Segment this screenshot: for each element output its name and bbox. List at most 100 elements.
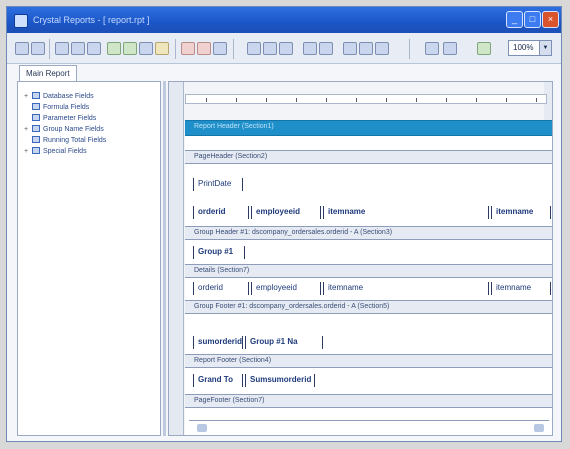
report-design-canvas: Report Header (Section1) PageHeader (Sec… bbox=[168, 81, 553, 436]
ruler-tick bbox=[206, 98, 207, 102]
maximize-icon[interactable]: □ bbox=[524, 11, 541, 28]
section-report-header[interactable]: Report Header (Section1) bbox=[185, 120, 552, 136]
zoom-value: 100% bbox=[513, 43, 534, 52]
tree-item-special-fields[interactable]: + Special Fields bbox=[24, 147, 87, 157]
sum-orderid-field[interactable]: sumorderid bbox=[193, 336, 243, 349]
group-name-footer-field[interactable]: Group #1 Na bbox=[245, 336, 323, 349]
parameter-icon bbox=[32, 114, 40, 121]
format-icon[interactable] bbox=[139, 42, 153, 55]
insert-group-icon[interactable] bbox=[71, 42, 85, 55]
ruler-tick bbox=[296, 98, 297, 102]
itemname-header-field[interactable]: itemname bbox=[323, 206, 489, 219]
tree-item-label: Database Fields bbox=[43, 93, 94, 100]
ruler-tick bbox=[356, 98, 357, 102]
align-right-icon[interactable] bbox=[279, 42, 293, 55]
tree-item-label: Running Total Fields bbox=[43, 137, 107, 144]
section-divider bbox=[189, 420, 549, 421]
sum-sumorderid-field[interactable]: Sumsumorderid bbox=[245, 374, 315, 387]
zoom-select[interactable]: 100% ▼ bbox=[508, 40, 552, 56]
ruler-tick bbox=[506, 98, 507, 102]
report-footer-area: Grand To Sumsumorderid bbox=[185, 368, 552, 394]
horizontal-ruler bbox=[185, 94, 547, 104]
size-width-icon[interactable] bbox=[343, 42, 357, 55]
group-footer-area: sumorderid Group #1 Na bbox=[185, 314, 552, 354]
line-icon[interactable] bbox=[181, 42, 195, 55]
orderid-detail-field[interactable]: orderid bbox=[193, 282, 249, 295]
orderid-header-field[interactable]: orderid bbox=[193, 206, 249, 219]
section-gutter bbox=[169, 82, 184, 435]
select-expert-icon[interactable] bbox=[123, 42, 137, 55]
section-details[interactable]: Details (Section7) bbox=[185, 264, 552, 278]
tree-item-label: Parameter Fields bbox=[43, 115, 97, 122]
toolbar-divider bbox=[409, 39, 410, 59]
designer-toolbar: 100% ▼ bbox=[7, 33, 561, 64]
insert-text-icon[interactable] bbox=[31, 42, 45, 55]
field-explorer-tree: + Database Fields Formula Fields Paramete… bbox=[17, 81, 161, 436]
insert-field-icon[interactable] bbox=[55, 42, 69, 55]
page-footer-area bbox=[185, 408, 552, 435]
expand-icon[interactable]: + bbox=[24, 92, 32, 102]
panel-splitter[interactable] bbox=[163, 81, 166, 436]
toolbar-divider bbox=[175, 39, 176, 59]
ruler-tick bbox=[236, 98, 237, 102]
tab-main-report[interactable]: Main Report bbox=[19, 65, 77, 81]
section-group-footer[interactable]: Group Footer #1: dscompany_ordersales.or… bbox=[185, 300, 552, 314]
select-icon[interactable] bbox=[15, 42, 29, 55]
itemname-header-right-field[interactable]: itemname bbox=[491, 206, 551, 219]
section-group-header[interactable]: Group Header #1: dscompany_ordersales.or… bbox=[185, 226, 552, 240]
scroll-right-icon[interactable] bbox=[534, 424, 544, 432]
itemname-detail-right-field[interactable]: itemname bbox=[491, 282, 551, 295]
group-header-area: Group #1 bbox=[185, 240, 552, 264]
tree-item-parameter-fields[interactable]: Parameter Fields bbox=[24, 114, 96, 124]
grand-total-label[interactable]: Grand To bbox=[193, 374, 243, 387]
page-setup-icon[interactable] bbox=[425, 42, 439, 55]
report-header-area bbox=[185, 136, 552, 150]
section-page-footer[interactable]: PageFooter (Section7) bbox=[185, 394, 552, 408]
size-both-icon[interactable] bbox=[375, 42, 389, 55]
tree-item-running-total-fields[interactable]: Running Total Fields bbox=[24, 136, 106, 146]
minimize-icon[interactable]: _ bbox=[506, 11, 523, 28]
align-left-icon[interactable] bbox=[247, 42, 261, 55]
chevron-down-icon[interactable]: ▼ bbox=[539, 41, 551, 55]
ruler-tick bbox=[476, 98, 477, 102]
itemname-detail-field[interactable]: itemname bbox=[323, 282, 489, 295]
section-page-header[interactable]: PageHeader (Section2) bbox=[185, 150, 552, 164]
scroll-left-icon[interactable] bbox=[197, 424, 207, 432]
align-center-icon[interactable] bbox=[263, 42, 277, 55]
employeeid-header-field[interactable]: employeeid bbox=[251, 206, 321, 219]
ruler-tick bbox=[446, 98, 447, 102]
move-down-icon[interactable] bbox=[319, 42, 333, 55]
page-header-area: PrintDate orderid employeeid itemname it… bbox=[185, 164, 552, 226]
chart-icon[interactable] bbox=[155, 42, 169, 55]
formula-icon bbox=[32, 103, 40, 110]
print-date-field[interactable]: PrintDate bbox=[193, 178, 243, 191]
tree-item-label: Group Name Fields bbox=[43, 126, 104, 133]
expand-icon[interactable]: + bbox=[24, 147, 32, 157]
insert-subreport-icon[interactable] bbox=[87, 42, 101, 55]
box-icon[interactable] bbox=[197, 42, 211, 55]
tree-item-formula-fields[interactable]: Formula Fields bbox=[24, 103, 89, 113]
ruler-tick bbox=[386, 98, 387, 102]
expand-icon[interactable]: + bbox=[24, 125, 32, 135]
tree-item-group-name-fields[interactable]: + Group Name Fields bbox=[24, 125, 104, 135]
export-icon[interactable] bbox=[477, 42, 491, 55]
move-up-icon[interactable] bbox=[303, 42, 317, 55]
print-icon[interactable] bbox=[443, 42, 457, 55]
group-name-field[interactable]: Group #1 bbox=[193, 246, 245, 259]
window-title: Crystal Reports - [ report.rpt ] bbox=[33, 15, 150, 25]
tree-item-label: Special Fields bbox=[43, 148, 87, 155]
special-field-icon bbox=[32, 147, 40, 154]
database-icon bbox=[32, 92, 40, 99]
sort-icon[interactable] bbox=[107, 42, 121, 55]
report-designer-window: Crystal Reports - [ report.rpt ] _ □ × 1… bbox=[6, 6, 562, 442]
employeeid-detail-field[interactable]: employeeid bbox=[251, 282, 321, 295]
ruler-tick bbox=[536, 98, 537, 102]
picture-icon[interactable] bbox=[213, 42, 227, 55]
close-icon[interactable]: × bbox=[542, 11, 559, 28]
running-total-icon bbox=[32, 136, 40, 143]
tree-item-database-fields[interactable]: + Database Fields bbox=[24, 92, 94, 102]
ruler-tick bbox=[326, 98, 327, 102]
section-report-footer[interactable]: Report Footer (Section4) bbox=[185, 354, 552, 368]
app-icon bbox=[14, 14, 28, 28]
size-height-icon[interactable] bbox=[359, 42, 373, 55]
